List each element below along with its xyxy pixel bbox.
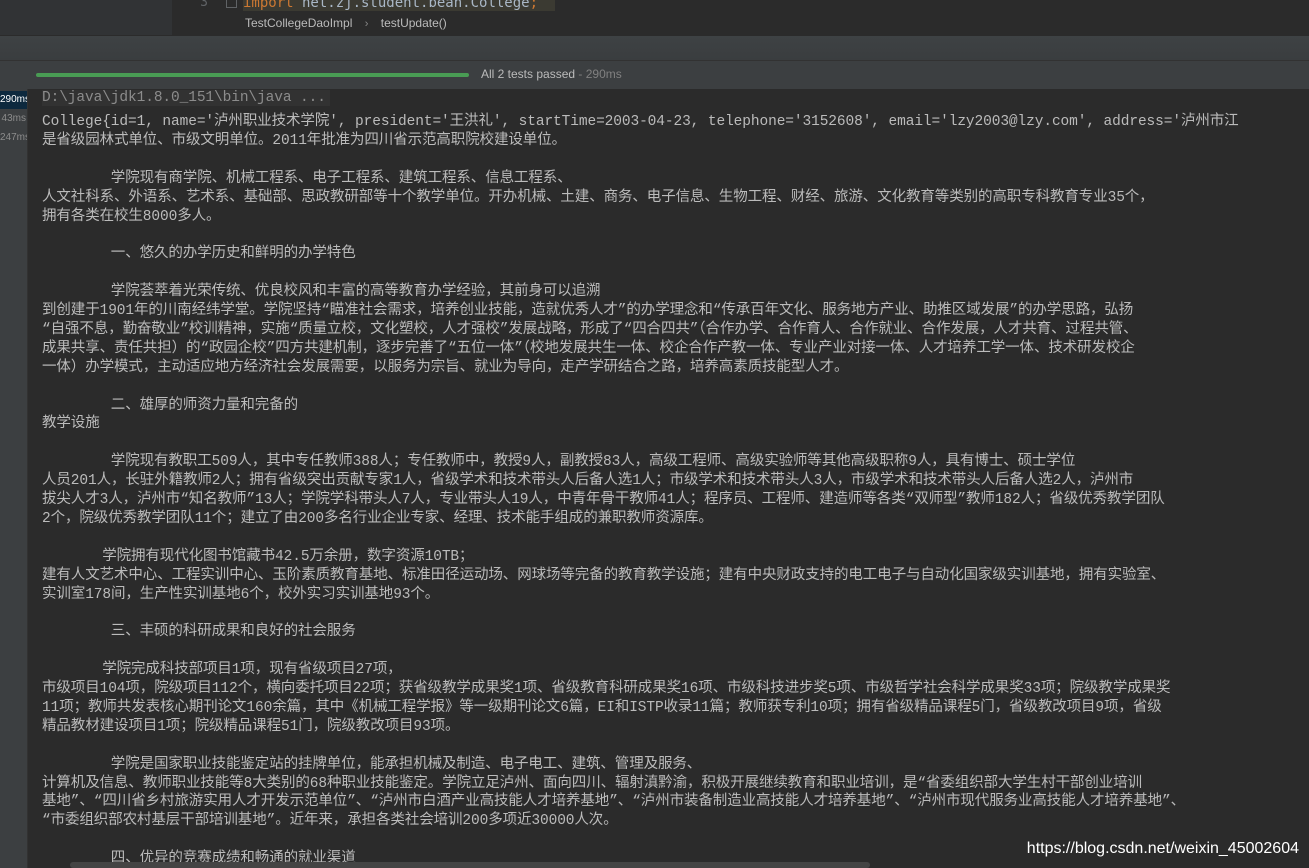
console-line: 学院荟萃着光荣传统、优良校风和丰富的高等教育办学经验，其前身可以追溯 xyxy=(42,284,601,301)
console-line: 精品教材建设项目1项；院级精品课程51门，院级教改项目93项。 xyxy=(42,718,460,735)
fold-marker-icon[interactable] xyxy=(226,0,237,8)
console-output[interactable]: D:\java\jdk1.8.0_151\bin\java ... Colleg… xyxy=(28,89,1309,868)
console-line: 计算机及信息、教师职业技能等8大类别的68种职业技能鉴定。学院立足泸州、面向四川… xyxy=(42,775,1142,792)
console-line: 人员201人，长驻外籍教师2人；拥有省级突出贡献专家1人，省级学术和技术带头人后… xyxy=(42,473,1134,490)
tool-window-tab-strip xyxy=(0,36,1309,60)
watermark-text: https://blog.csdn.net/weixin_45002604 xyxy=(1026,840,1299,857)
console-line: 是省级园林式单位、市级文明单位。2011年批准为四川省示范高职院校建设单位。 xyxy=(42,132,567,149)
console-line: 人文社科系、外语系、艺术系、基础部、思政教研部等十个教学单位。开办机械、土建、商… xyxy=(42,189,1154,206)
code-keyword: import xyxy=(243,0,294,11)
test-status-text: All 2 tests passed - 290ms xyxy=(481,67,622,81)
console-line: 拥有各类在校生8000多人。 xyxy=(42,208,221,225)
code-line[interactable]: import net.zj.student.bean.College; xyxy=(243,0,538,11)
editor-area[interactable]: 3 import net.zj.student.bean.College; Te… xyxy=(0,0,1309,35)
breadcrumb-item-method[interactable]: testUpdate() xyxy=(381,16,447,30)
console-line: 拔尖人才3人，泸州市“知名教师”13人；学院学科带头人7人，专业带头人19人，中… xyxy=(42,492,1165,508)
test-timing-item[interactable]: 43ms xyxy=(0,110,27,128)
status-separator: - xyxy=(575,67,586,81)
console-line: 学院完成科技部项目1项，现有省级项目27项， xyxy=(42,662,402,679)
status-gutter xyxy=(0,61,27,89)
console-line: 11项；教师共发表核心期刊论文160余篇，其中《机械工程学报》等一级期刊论文6篇… xyxy=(42,699,1162,716)
console-line: 一、悠久的办学历史和鲜明的办学特色 xyxy=(42,246,356,263)
console-line: 一体）办学模式，主动适应地方经济社会发展需要，以服务为宗旨、就业为导向，走产学研… xyxy=(42,359,849,376)
editor-left-gutter xyxy=(0,0,172,35)
console-line: 学院拥有现代化图书馆藏书42.5万余册，数字资源10TB； xyxy=(42,548,474,565)
console-line: “市委组织部农村基层干部培训基地”。近年来，承担各类社会培训200多项近3000… xyxy=(42,813,618,830)
console-command-line: D:\java\jdk1.8.0_151\bin\java ... xyxy=(42,90,330,106)
console-line: 学院现有教职工509人，其中专任教师388人；专任教师中，教授9人，副教授83人… xyxy=(42,454,1076,471)
console-line: 三、丰硕的科研成果和良好的社会服务 xyxy=(42,624,356,641)
breadcrumb-separator-icon: › xyxy=(364,18,369,30)
horizontal-scrollbar[interactable] xyxy=(70,862,870,868)
console-line: 教学设施 xyxy=(42,416,100,433)
console-line: 基地”、“四川省乡村旅游实用人才开发示范单位”、“泸州市白酒产业高技能人才培养基… xyxy=(42,794,1186,811)
code-semicolon: ; xyxy=(529,0,539,11)
tests-duration: 290ms xyxy=(585,67,622,81)
console-line: College{id=1, name='泸州职业技术学院', president… xyxy=(42,114,1239,130)
test-status-bar: All 2 tests passed - 290ms xyxy=(0,61,1309,89)
console-line: 学院现有商学院、机械工程系、电子工程系、建筑工程系、信息工程系、 xyxy=(42,170,572,187)
tests-passed-label: All 2 tests passed xyxy=(481,67,576,81)
console-line: 建有人文艺术中心、工程实训中心、玉阶素质教育基地、标准田径运动场、网球场等完备的… xyxy=(42,567,1166,584)
console-line: 实训室178间，生产性实训基地6个，校外实习实训基地93个。 xyxy=(42,586,440,603)
test-tree-timings[interactable]: 290ms 43ms 247ms xyxy=(0,89,28,868)
console-line: 市级项目104项，院级项目112个，横向委托项目22项；获省级教学成果奖1项、省… xyxy=(42,681,1171,697)
console-line: 学院是国家职业技能鉴定站的挂牌单位，能承担机械及制造、电子电工、建筑、管理及服务… xyxy=(42,756,702,773)
run-tool-window-header xyxy=(0,35,1309,60)
test-timing-item[interactable]: 247ms xyxy=(0,129,27,147)
breadcrumb: TestCollegeDaoImpl › testUpdate() xyxy=(245,16,447,30)
test-progress-bar xyxy=(36,73,469,77)
console-line: 2个，院级优秀教学团队11个；建立了由200多名行业企业专家、经理、技术能手组成… xyxy=(42,510,713,527)
test-timing-root[interactable]: 290ms xyxy=(0,91,27,109)
console-line: 成果共享、责任共担）的“政园企校”四方共建机制，逐步完善了“五位一体”（校地发展… xyxy=(42,340,1135,357)
breadcrumb-item-class[interactable]: TestCollegeDaoImpl xyxy=(245,16,352,30)
console-line: “自强不息，勤奋敬业”校训精神，实施“质量立校，文化塑校，人才强校”发展战略，形… xyxy=(42,321,1138,338)
code-import-path: net.zj.student.bean.College xyxy=(293,0,530,11)
console-line: 到创建于1901年的川南经纬学堂。学院坚持“瞄准社会需求，培养创业技能，造就优秀… xyxy=(42,303,1134,319)
line-number: 3 xyxy=(200,0,208,10)
console-line: 二、雄厚的师资力量和完备的 xyxy=(42,397,299,414)
